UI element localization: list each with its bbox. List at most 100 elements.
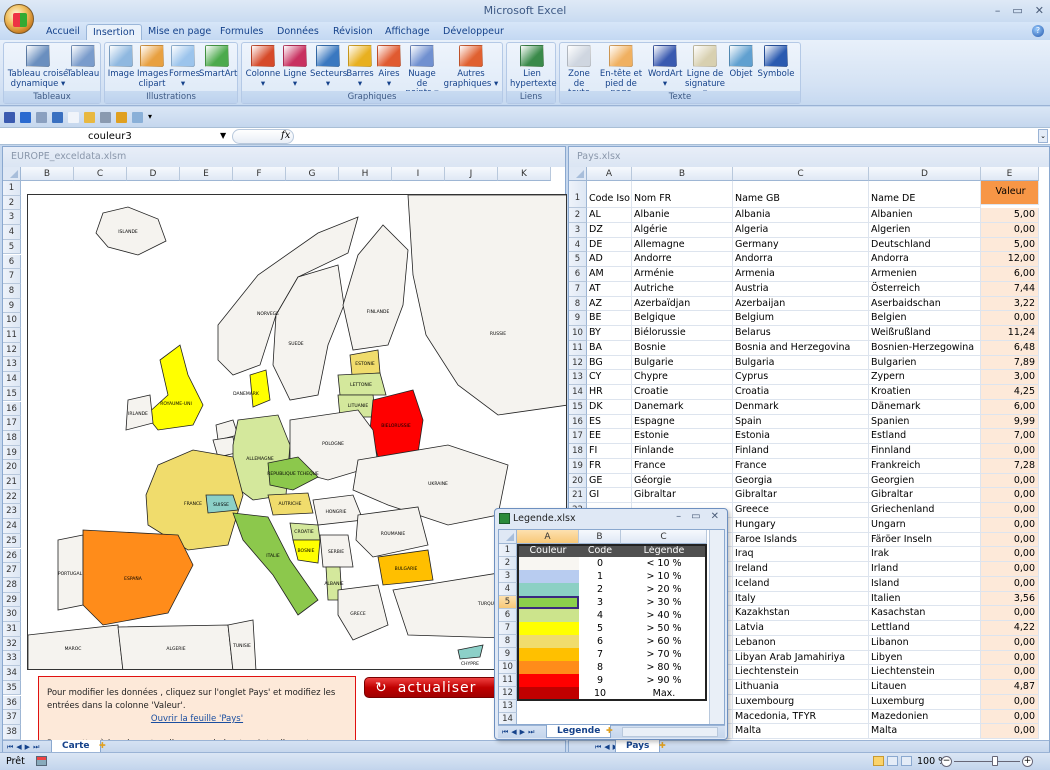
table-cell[interactable]: Dänemark <box>869 399 981 415</box>
table-cell[interactable]: Italy <box>733 591 869 607</box>
column-header[interactable]: G <box>286 167 339 181</box>
row-header[interactable]: 1 <box>569 181 587 208</box>
table-cell[interactable]: Azerbaijan <box>733 296 869 312</box>
table-cell[interactable]: 12,00 <box>981 252 1039 267</box>
table-cell[interactable]: 7,00 <box>981 429 1039 444</box>
row-header[interactable]: 8 <box>569 296 587 312</box>
column-header[interactable]: D <box>127 167 180 181</box>
table-cell[interactable]: Estonia <box>733 429 869 444</box>
table-cell[interactable]: Litauen <box>869 680 981 695</box>
table-cell[interactable]: Denmark <box>733 399 869 415</box>
table-cell[interactable]: 0,00 <box>981 444 1039 459</box>
table-cell[interactable]: 0,00 <box>981 709 1039 725</box>
table-cell[interactable]: Libanon <box>869 635 981 651</box>
area-chart-button[interactable]: Aires ▾ <box>376 45 402 89</box>
table-cell[interactable]: EE <box>587 429 632 444</box>
table-cell[interactable]: Albanien <box>869 208 981 223</box>
column-header[interactable]: I <box>392 167 445 181</box>
row-header[interactable]: 26 <box>3 548 21 564</box>
table-cell[interactable]: Belgien <box>869 311 981 326</box>
row-header[interactable]: 22 <box>3 489 21 505</box>
table-cell[interactable]: ES <box>587 414 632 430</box>
table-cell[interactable]: Georgia <box>733 473 869 489</box>
table-cell[interactable]: Faroe Islands <box>733 532 869 548</box>
zoom-slider-thumb[interactable] <box>992 756 999 766</box>
table-cell[interactable]: Arménie <box>632 267 733 282</box>
table-cell[interactable]: Bulgarie <box>632 355 733 371</box>
table-cell[interactable]: Bosnie <box>632 340 733 356</box>
table-cell[interactable]: Malta <box>733 724 869 739</box>
table-cell[interactable]: Irak <box>869 547 981 562</box>
table-cell[interactable]: Germany <box>733 237 869 253</box>
column-header[interactable]: C <box>74 167 127 181</box>
table-cell[interactable]: Finnland <box>869 444 981 459</box>
row-header[interactable]: 35 <box>3 680 21 696</box>
row-header[interactable]: 16 <box>3 401 21 417</box>
page-layout-view-icon[interactable] <box>887 756 898 766</box>
table-cell[interactable]: Albania <box>733 208 869 223</box>
row-header[interactable]: 19 <box>569 458 587 474</box>
table-cell[interactable]: 3,00 <box>981 370 1039 385</box>
row-header[interactable]: 14 <box>3 372 21 387</box>
shapes-button[interactable]: Formes ▾ <box>169 45 200 89</box>
tab-mise-en-page[interactable]: Mise en page <box>142 24 217 40</box>
table-cell[interactable]: Andorra <box>733 252 869 267</box>
row-header[interactable]: 8 <box>3 283 21 299</box>
table-cell[interactable]: Aserbaidschan <box>869 296 981 312</box>
select-all-corner[interactable] <box>3 167 21 181</box>
table-cell[interactable]: FI <box>587 444 632 459</box>
maximize-button[interactable]: ▭ <box>1012 0 1022 22</box>
table-cell[interactable]: 0,00 <box>981 517 1039 533</box>
redo-icon[interactable] <box>36 111 47 123</box>
table-cell[interactable]: France <box>733 458 869 474</box>
table-cell[interactable]: Macedonia, TFYR <box>733 709 869 725</box>
table-cell[interactable]: Latvia <box>733 621 869 636</box>
table-cell[interactable]: Bulgaria <box>733 355 869 371</box>
table-cell[interactable]: Austria <box>733 281 869 297</box>
row-header[interactable]: 13 <box>499 700 517 713</box>
table-cell[interactable]: 5,00 <box>981 237 1039 253</box>
column-header[interactable]: K <box>498 167 551 181</box>
table-cell[interactable]: Ungarn <box>869 517 981 533</box>
table-cell[interactable]: Lithuania <box>733 680 869 695</box>
table-cell[interactable]: AZ <box>587 296 632 312</box>
table-cell[interactable]: 6,00 <box>981 267 1039 282</box>
table-cell[interactable]: AD <box>587 252 632 267</box>
table-cell[interactable]: Finland <box>733 444 869 459</box>
undo-icon[interactable] <box>20 111 31 123</box>
row-header[interactable]: 15 <box>569 399 587 415</box>
column-header[interactable]: E <box>180 167 233 181</box>
header-cell[interactable]: Nom FR <box>632 181 733 208</box>
column-header[interactable]: C <box>733 167 869 181</box>
pie-chart-button[interactable]: Secteurs ▾ <box>310 45 347 89</box>
row-header[interactable]: 3 <box>3 210 21 226</box>
country-royaume-uni[interactable] <box>145 344 204 431</box>
row-header[interactable]: 5 <box>569 252 587 267</box>
table-cell[interactable]: Cyprus <box>733 370 869 385</box>
close-button[interactable]: ✕ <box>711 511 719 522</box>
row-header[interactable]: 33 <box>3 651 21 667</box>
table-cell[interactable]: France <box>632 458 733 474</box>
row-header[interactable]: 18 <box>3 430 21 446</box>
open-icon[interactable] <box>84 111 95 123</box>
row-header[interactable]: 12 <box>499 687 517 700</box>
table-cell[interactable]: CY <box>587 370 632 385</box>
table-cell[interactable]: Kasachstan <box>869 606 981 621</box>
row-header[interactable]: 12 <box>569 355 587 371</box>
table-cell[interactable]: 0,00 <box>981 503 1039 518</box>
table-cell[interactable]: Algérie <box>632 222 733 238</box>
table-cell[interactable]: Algerien <box>869 222 981 238</box>
row-header[interactable]: 1 <box>499 544 517 557</box>
row-header[interactable]: 4 <box>499 583 517 596</box>
vertical-scrollbar[interactable] <box>709 530 724 724</box>
spell-icon[interactable] <box>116 111 127 123</box>
table-cell[interactable]: Espagne <box>632 414 733 430</box>
row-header[interactable]: 11 <box>569 340 587 356</box>
table-cell[interactable]: Kazakhstan <box>733 606 869 621</box>
column-header[interactable]: B <box>632 167 733 181</box>
table-cell[interactable]: Iceland <box>733 576 869 592</box>
country-chypre[interactable] <box>457 644 484 660</box>
table-cell[interactable]: DZ <box>587 222 632 238</box>
table-cell[interactable]: AL <box>587 208 632 223</box>
header-cell[interactable]: Valeur <box>981 181 1039 205</box>
